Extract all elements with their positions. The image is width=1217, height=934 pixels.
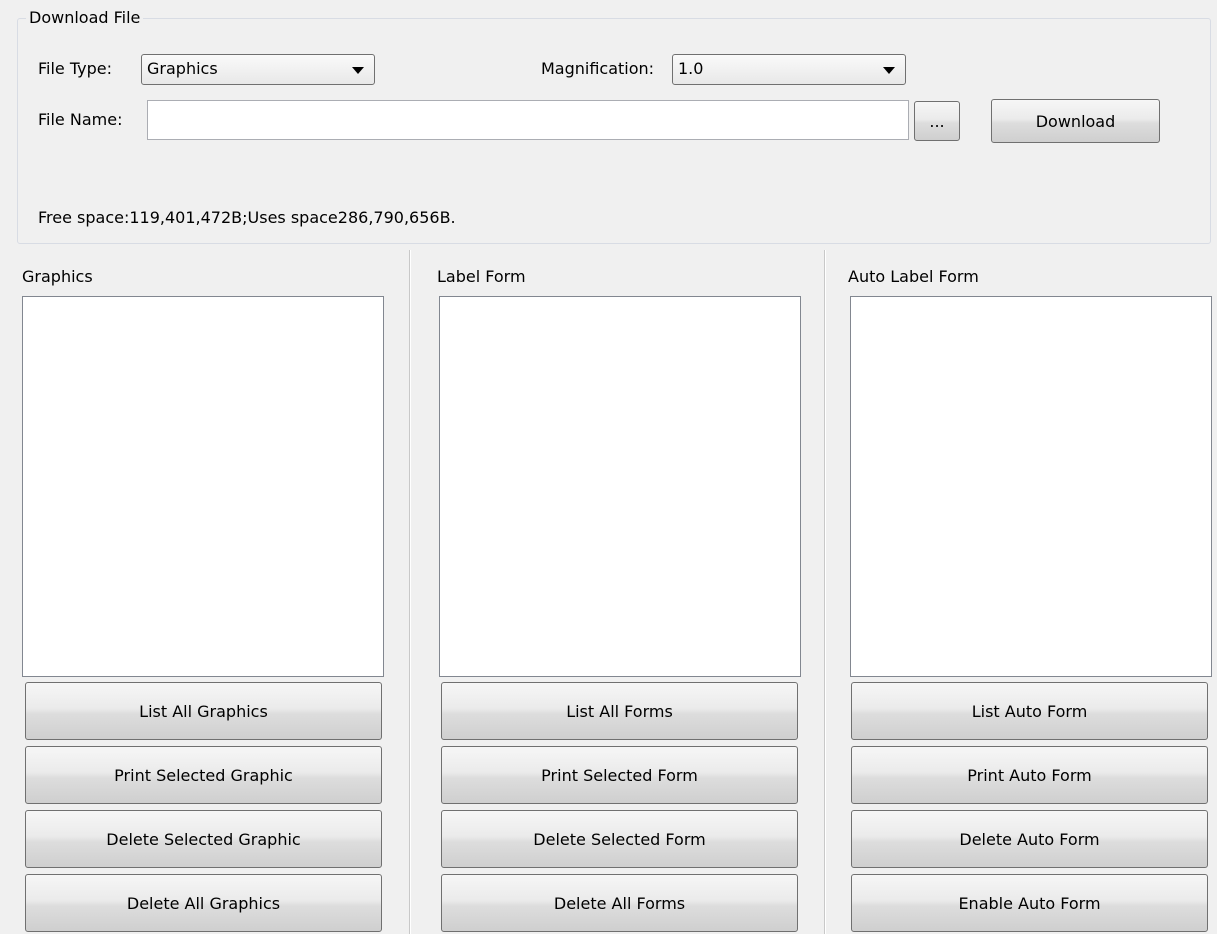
magnification-select[interactable]: 1.0: [672, 54, 906, 85]
delete-auto-form-button[interactable]: Delete Auto Form: [851, 810, 1208, 868]
label-form-title: Label Form: [437, 267, 526, 286]
browse-button[interactable]: ...: [914, 101, 960, 141]
label-form-list[interactable]: [439, 296, 801, 677]
delete-all-forms-button[interactable]: Delete All Forms: [441, 874, 798, 932]
auto-label-form-list[interactable]: [850, 296, 1212, 677]
list-all-graphics-button[interactable]: List All Graphics: [25, 682, 382, 740]
magnification-value: 1.0: [678, 59, 704, 78]
graphics-list[interactable]: [22, 296, 384, 677]
graphics-title: Graphics: [22, 267, 93, 286]
print-selected-graphic-button[interactable]: Print Selected Graphic: [25, 746, 382, 804]
print-auto-form-button[interactable]: Print Auto Form: [851, 746, 1208, 804]
free-space-status: Free space:119,401,472B;Uses space286,79…: [38, 208, 456, 227]
list-all-forms-button[interactable]: List All Forms: [441, 682, 798, 740]
download-file-group-title: Download File: [26, 8, 144, 28]
delete-all-graphics-button[interactable]: Delete All Graphics: [25, 874, 382, 932]
file-type-value: Graphics: [147, 59, 218, 78]
file-name-input[interactable]: [147, 100, 909, 140]
chevron-down-icon: [352, 67, 364, 74]
file-name-label: File Name:: [38, 110, 123, 129]
download-button[interactable]: Download: [991, 99, 1160, 143]
column-divider: [824, 250, 826, 934]
print-selected-form-button[interactable]: Print Selected Form: [441, 746, 798, 804]
magnification-label: Magnification:: [541, 59, 655, 78]
file-type-select[interactable]: Graphics: [141, 54, 375, 85]
delete-selected-form-button[interactable]: Delete Selected Form: [441, 810, 798, 868]
list-auto-form-button[interactable]: List Auto Form: [851, 682, 1208, 740]
file-type-label: File Type:: [38, 59, 112, 78]
chevron-down-icon: [883, 67, 895, 74]
auto-label-form-title: Auto Label Form: [848, 267, 979, 286]
delete-selected-graphic-button[interactable]: Delete Selected Graphic: [25, 810, 382, 868]
enable-auto-form-button[interactable]: Enable Auto Form: [851, 874, 1208, 932]
column-divider: [409, 250, 411, 934]
